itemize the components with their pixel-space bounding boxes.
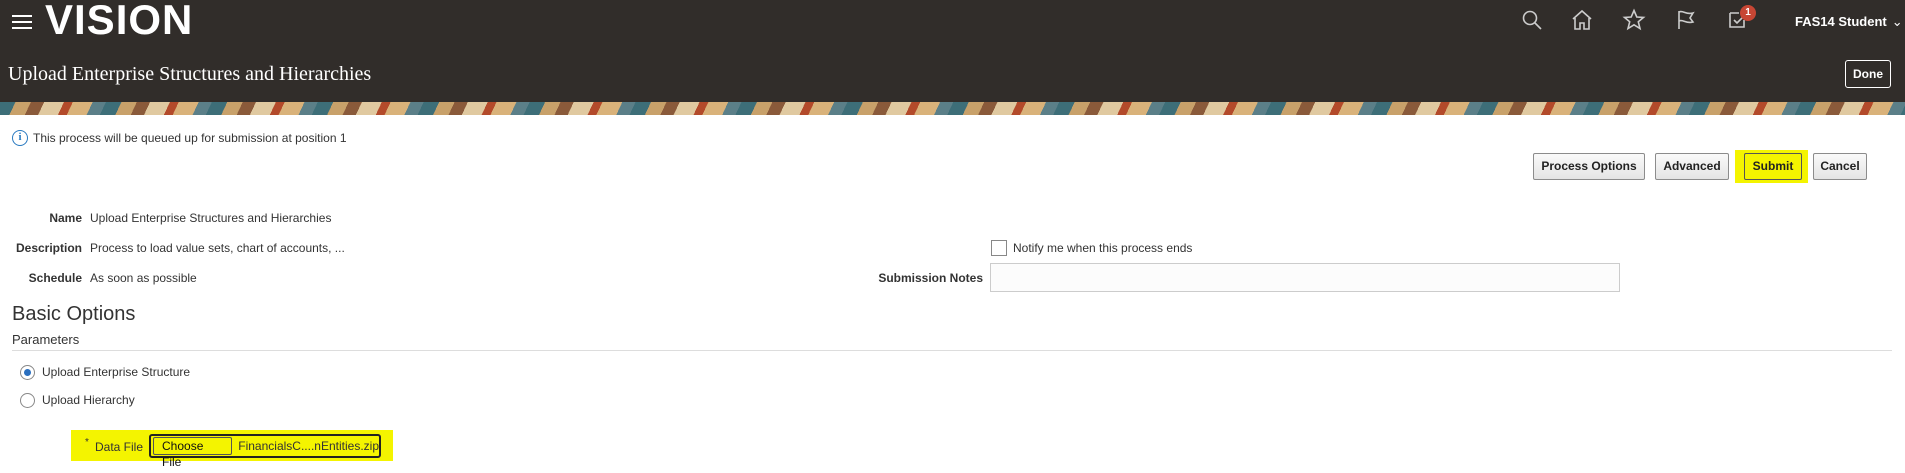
star-icon[interactable]	[1622, 8, 1650, 36]
name-label: Name	[49, 211, 82, 225]
submit-button[interactable]: Submit	[1744, 153, 1802, 180]
description-value: Process to load value sets, chart of acc…	[90, 241, 345, 255]
basic-options-title: Basic Options	[12, 303, 136, 325]
section-divider	[12, 350, 1892, 351]
radio-upload-hierarchy[interactable]	[20, 393, 35, 408]
process-options-button[interactable]: Process Options	[1533, 153, 1645, 180]
menu-icon[interactable]	[12, 15, 32, 29]
global-header: VISION 1 FAS14 Student ⌄ Upload Enterpris…	[0, 0, 1905, 102]
advanced-button[interactable]: Advanced	[1655, 153, 1729, 180]
radio-upload-enterprise-structure[interactable]	[20, 365, 35, 380]
user-menu[interactable]: FAS14 Student ⌄	[1795, 14, 1903, 30]
schedule-label: Schedule	[28, 271, 82, 285]
parameters-label: Parameters	[12, 332, 80, 347]
page-title: Upload Enterprise Structures and Hierarc…	[8, 63, 372, 85]
vision-logo[interactable]: VISION	[45, 0, 193, 44]
choose-file-button[interactable]: Choose File	[153, 437, 233, 469]
info-message: i This process will be queued up for sub…	[12, 130, 347, 146]
info-icon: i	[12, 130, 28, 146]
data-file-label: Data File	[95, 440, 144, 454]
radio-label-upload-hierarchy: Upload Hierarchy	[42, 393, 135, 407]
data-file-input[interactable]: Choose File FinancialsC....nEntities.zip	[149, 434, 381, 469]
decorative-banner	[0, 102, 1905, 115]
info-message-text: This process will be queued up for submi…	[33, 131, 347, 145]
required-marker: *	[85, 437, 89, 448]
schedule-value: As soon as possible	[90, 271, 197, 285]
flag-icon[interactable]	[1674, 8, 1702, 36]
selected-file-name: FinancialsC....nEntities.zip	[238, 439, 379, 453]
submission-notes-field[interactable]	[990, 263, 1620, 292]
search-icon[interactable]	[1520, 8, 1548, 36]
notify-checkbox[interactable]	[991, 240, 1007, 256]
notify-label: Notify me when this process ends	[1013, 241, 1193, 255]
description-label: Description	[15, 241, 82, 255]
done-button[interactable]: Done	[1845, 60, 1891, 88]
submission-notes-label: Submission Notes	[878, 271, 983, 285]
cancel-button[interactable]: Cancel	[1813, 153, 1867, 180]
home-icon[interactable]	[1570, 8, 1598, 36]
user-name: FAS14 Student	[1795, 14, 1887, 29]
notification-count-badge: 1	[1740, 5, 1756, 21]
radio-label-upload-enterprise-structure: Upload Enterprise Structure	[42, 365, 191, 379]
notifications-icon[interactable]: 1	[1726, 5, 1756, 36]
chevron-down-icon: ⌄	[1891, 14, 1903, 29]
name-value: Upload Enterprise Structures and Hierarc…	[90, 211, 332, 225]
